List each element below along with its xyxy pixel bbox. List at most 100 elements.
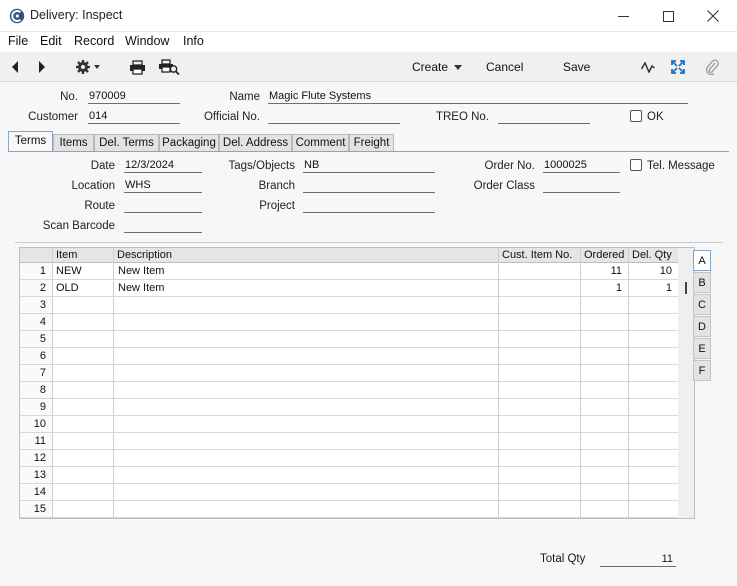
- menu-record[interactable]: Record: [74, 34, 114, 48]
- grid-scrollbar-thumb[interactable]: [685, 282, 687, 294]
- date-field[interactable]: 12/3/2024: [124, 158, 202, 173]
- order-class-label: Order Class: [473, 180, 535, 192]
- cancel-button[interactable]: Cancel: [486, 52, 523, 82]
- name-field[interactable]: Magic Flute Systems: [268, 89, 688, 104]
- side-tab-f[interactable]: F: [693, 360, 711, 381]
- location-label: Location: [71, 180, 115, 192]
- row-number: 15: [33, 503, 46, 515]
- tab-packaging[interactable]: Packaging: [159, 134, 219, 151]
- gear-icon: [76, 60, 100, 74]
- create-menu-button[interactable]: Create: [412, 52, 463, 82]
- row-number: 6: [39, 350, 46, 362]
- scan-barcode-field[interactable]: [124, 218, 202, 233]
- row-number: 9: [39, 401, 46, 413]
- cell-ordered[interactable]: 11: [580, 265, 622, 277]
- cell-ordered[interactable]: 1: [580, 282, 622, 294]
- tab-underline: [8, 151, 729, 152]
- print-button[interactable]: [129, 52, 146, 82]
- col-divider: [52, 248, 53, 518]
- row-number: 11: [34, 435, 46, 447]
- menu-window[interactable]: Window: [125, 34, 169, 48]
- row-number: 14: [33, 486, 46, 498]
- project-label: Project: [259, 200, 295, 212]
- maximize-button[interactable]: [645, 0, 691, 32]
- side-tab-a[interactable]: A: [693, 250, 711, 271]
- cell-item[interactable]: NEW: [56, 265, 82, 277]
- project-field[interactable]: [303, 198, 435, 213]
- row-number: 12: [33, 452, 46, 464]
- cell-item[interactable]: OLD: [56, 282, 79, 294]
- col-divider: [580, 248, 581, 518]
- side-tab-d[interactable]: D: [693, 316, 711, 337]
- side-tab-c[interactable]: C: [693, 294, 711, 315]
- printer-icon: [130, 59, 145, 75]
- cell-del-qty[interactable]: 1: [628, 282, 672, 294]
- tab-items[interactable]: Items: [53, 134, 94, 151]
- row-number: 7: [39, 367, 46, 379]
- cell-description[interactable]: New Item: [118, 282, 164, 294]
- operations-menu-button[interactable]: [75, 52, 101, 82]
- close-button[interactable]: [690, 0, 736, 32]
- col-del-qty: Del. Qty: [632, 249, 672, 261]
- row-number: 13: [33, 469, 46, 481]
- col-divider: [113, 248, 114, 518]
- treo-no-field[interactable]: [498, 109, 590, 124]
- total-qty-label: Total Qty: [540, 553, 586, 565]
- delivery-form: No. 970009 Name Magic Flute Systems Cust…: [0, 82, 737, 586]
- row-number: 2: [39, 282, 46, 294]
- col-item: Item: [56, 249, 78, 261]
- grid-header: Item Description Cust. Item No. Ordered …: [20, 248, 694, 263]
- maximize-icon: [662, 10, 674, 22]
- ok-checkbox[interactable]: [630, 110, 642, 122]
- paperclip-icon: [706, 59, 719, 75]
- previous-record-button[interactable]: [10, 52, 20, 82]
- order-no-field[interactable]: 1000025: [543, 158, 620, 173]
- window-title: Delivery: Inspect: [30, 8, 123, 22]
- tel-message-checkbox[interactable]: [630, 159, 642, 171]
- menu-edit[interactable]: Edit: [40, 34, 62, 48]
- print-preview-button[interactable]: [158, 52, 180, 82]
- route-field[interactable]: [124, 198, 202, 213]
- route-label: Route: [84, 200, 115, 212]
- menu-file[interactable]: File: [8, 34, 28, 48]
- activity-button[interactable]: [641, 52, 655, 82]
- items-grid: Item Description Cust. Item No. Ordered …: [19, 247, 695, 519]
- cell-description[interactable]: New Item: [118, 265, 164, 277]
- customer-field[interactable]: 014: [88, 109, 180, 124]
- no-field[interactable]: 970009: [88, 89, 180, 104]
- activity-icon: [641, 61, 655, 73]
- location-field[interactable]: WHS: [124, 178, 202, 193]
- official-no-field[interactable]: [268, 109, 400, 124]
- tab-del-terms[interactable]: Del. Terms: [94, 134, 159, 151]
- tab-terms[interactable]: Terms: [8, 131, 53, 151]
- menu-info[interactable]: Info: [183, 34, 204, 48]
- arrow-left-icon: [12, 61, 18, 73]
- side-tab-b[interactable]: B: [693, 272, 711, 293]
- tab-freight[interactable]: Freight: [349, 134, 394, 151]
- attachment-button[interactable]: [705, 52, 719, 82]
- branch-field[interactable]: [303, 178, 435, 193]
- tags-objects-label: Tags/Objects: [228, 160, 295, 172]
- row-number: 4: [39, 316, 46, 328]
- official-no-label: Official No.: [203, 111, 260, 123]
- next-record-button[interactable]: [37, 52, 47, 82]
- col-cust-item-no: Cust. Item No.: [502, 249, 573, 261]
- side-tab-e[interactable]: E: [693, 338, 711, 359]
- expand-button[interactable]: [671, 52, 685, 82]
- scan-barcode-label: Scan Barcode: [42, 220, 115, 232]
- create-label: Create: [412, 60, 449, 74]
- row-number: 8: [39, 384, 46, 396]
- tab-del-address[interactable]: Del. Address: [219, 134, 292, 151]
- branch-label: Branch: [258, 180, 295, 192]
- minimize-button[interactable]: [600, 0, 646, 32]
- col-divider: [628, 248, 629, 518]
- order-class-field[interactable]: [543, 178, 620, 193]
- cell-del-qty[interactable]: 10: [628, 265, 672, 277]
- app-logo-icon: [9, 8, 25, 24]
- ok-label: OK: [647, 111, 664, 123]
- menu-bar: File Edit Record Window Info: [0, 32, 737, 52]
- save-button[interactable]: Save: [563, 52, 590, 82]
- tags-objects-field[interactable]: NB: [303, 158, 435, 173]
- tab-comment[interactable]: Comment: [292, 134, 349, 151]
- expand-icon: [671, 60, 685, 74]
